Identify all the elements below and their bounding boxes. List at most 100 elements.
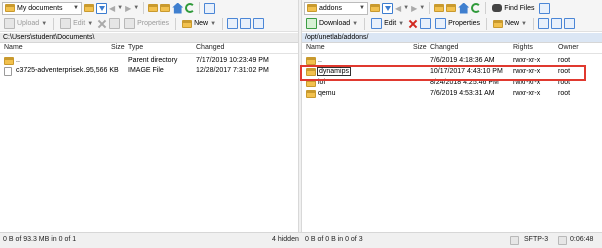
open-folder-icon[interactable] — [84, 4, 94, 12]
file-name: qemu — [318, 90, 336, 97]
column-changed[interactable]: Changed — [430, 44, 458, 51]
list-item[interactable]: .. Parent directory 7/17/2019 10:23:49 P… — [0, 57, 298, 66]
back-arrow-icon[interactable]: ◀ — [109, 4, 115, 13]
parent-directory-icon[interactable] — [148, 4, 159, 12]
local-toolbar-actions: Upload ▼ Edit ▼ Properties New ▼ — [0, 16, 298, 32]
chevron-down-icon: ▼ — [41, 20, 48, 27]
toolbar-divider — [222, 17, 224, 30]
upload-button[interactable]: Upload ▼ — [2, 17, 49, 30]
toolbar-divider — [485, 2, 487, 14]
column-type[interactable]: Type — [128, 44, 143, 51]
back-arrow-icon[interactable]: ◀ — [395, 4, 401, 13]
column-name[interactable]: Name — [306, 44, 325, 51]
local-column-header: Name Size Type Changed — [0, 43, 298, 54]
local-panel: My documents ▼ ◀ ▼ ▶ ▼ Upload ▼ Edit ▼ Pr — [0, 0, 298, 232]
properties-label: Properties — [448, 20, 481, 27]
file-changed: 7/6/2019 4:18:36 AM — [430, 57, 495, 64]
rename-icon[interactable] — [109, 18, 121, 29]
edit-icon — [371, 18, 383, 29]
filter-icon[interactable] — [382, 2, 393, 14]
refresh-icon[interactable] — [471, 3, 482, 13]
toolbar-divider — [199, 2, 201, 14]
root-directory-icon[interactable] — [446, 4, 457, 12]
select-all-icon[interactable] — [537, 18, 549, 29]
remote-location-label: addons — [319, 4, 342, 12]
binoculars-icon — [492, 4, 503, 12]
remote-panel: addons ▼ ◀ ▼ ▶ ▼ Find Files Download ▼ Edi… — [302, 0, 602, 232]
edit-icon — [60, 18, 72, 29]
column-size[interactable]: Size — [413, 44, 427, 51]
open-folder-icon[interactable] — [370, 4, 380, 12]
toolbar-divider — [532, 17, 534, 30]
home-icon[interactable] — [172, 2, 184, 14]
chevron-down-icon[interactable]: ▼ — [117, 5, 123, 11]
edit-button[interactable]: Edit ▼ — [369, 17, 406, 30]
sync-browse-icon[interactable] — [538, 2, 550, 14]
list-item[interactable]: c3725-adventerprisek... 95,566 KB IMAGE … — [0, 67, 298, 76]
chevron-down-icon: ▼ — [73, 5, 79, 11]
filter-icon[interactable] — [96, 2, 107, 14]
sync-browse-icon[interactable] — [204, 2, 216, 14]
folder-icon — [307, 4, 317, 12]
chevron-down-icon: ▼ — [352, 20, 359, 27]
properties-icon — [435, 18, 447, 29]
chevron-down-icon: ▼ — [210, 20, 217, 27]
find-files-button[interactable]: Find Files — [490, 2, 536, 15]
parent-directory-icon[interactable] — [434, 4, 445, 12]
invert-selection-icon[interactable] — [563, 18, 575, 29]
new-label: New — [194, 20, 209, 27]
home-icon[interactable] — [458, 2, 470, 14]
refresh-icon[interactable] — [185, 3, 196, 13]
chevron-down-icon[interactable]: ▼ — [133, 5, 139, 11]
column-name[interactable]: Name — [4, 44, 23, 51]
deselect-icon[interactable] — [550, 18, 562, 29]
download-button[interactable]: Download ▼ — [304, 17, 360, 30]
lock-icon — [510, 236, 519, 245]
root-directory-icon[interactable] — [160, 4, 171, 12]
highlight-box — [300, 65, 586, 81]
parent-folder-icon — [306, 57, 316, 65]
local-location-combo[interactable]: My documents ▼ — [2, 1, 82, 15]
deselect-icon[interactable] — [240, 18, 252, 29]
local-path-bar[interactable]: C:\Users\student\Documents\ — [0, 33, 298, 43]
upload-icon — [4, 18, 15, 29]
new-button[interactable]: New ▼ — [491, 17, 529, 30]
select-all-icon[interactable] — [227, 18, 239, 29]
new-button[interactable]: New ▼ — [180, 17, 218, 30]
invert-selection-icon[interactable] — [253, 18, 265, 29]
chevron-down-icon: ▼ — [398, 20, 405, 27]
edit-button[interactable]: Edit ▼ — [58, 17, 95, 30]
file-rights: rwxr-xr-x — [513, 90, 541, 97]
local-toolbar-top: My documents ▼ ◀ ▼ ▶ ▼ — [0, 0, 298, 16]
column-size[interactable]: Size — [111, 44, 125, 51]
chevron-down-icon: ▼ — [359, 5, 365, 11]
remote-location-combo[interactable]: addons ▼ — [304, 1, 368, 15]
new-folder-icon — [493, 19, 504, 28]
rename-icon[interactable] — [420, 18, 432, 29]
chevron-down-icon[interactable]: ▼ — [419, 5, 425, 11]
remote-path-bar[interactable]: /opt/unetlab/addons/ — [302, 33, 602, 43]
clock-icon — [558, 236, 567, 245]
delete-icon[interactable] — [408, 19, 418, 29]
forward-arrow-icon[interactable]: ▶ — [411, 4, 417, 13]
properties-label: Properties — [137, 20, 170, 27]
list-item[interactable]: qemu 7/6/2019 4:53:31 AM rwxr-xr-x root — [302, 90, 602, 99]
session-time: 0:06:48 — [570, 236, 594, 243]
toolbar-divider — [143, 2, 145, 14]
folder-icon — [306, 90, 316, 98]
file-owner: root — [558, 57, 571, 64]
column-changed[interactable]: Changed — [196, 44, 224, 51]
edit-label: Edit — [384, 20, 397, 27]
column-rights[interactable]: Rights — [513, 44, 533, 51]
properties-button[interactable]: Properties — [122, 17, 171, 30]
forward-arrow-icon[interactable]: ▶ — [125, 4, 131, 13]
toolbar-divider — [486, 17, 488, 30]
column-owner[interactable]: Owner — [558, 44, 579, 51]
file-changed: 7/17/2019 10:23:49 PM — [196, 57, 269, 64]
remote-column-header: Name Size Changed Rights Owner — [302, 43, 602, 54]
status-bar: 0 B of 93.3 MB in 0 of 1 4 hidden 0 B of… — [0, 232, 602, 248]
chevron-down-icon[interactable]: ▼ — [403, 5, 409, 11]
delete-icon[interactable] — [97, 19, 107, 29]
hidden-count[interactable]: 4 hidden — [272, 236, 299, 243]
properties-button[interactable]: Properties — [433, 17, 482, 30]
